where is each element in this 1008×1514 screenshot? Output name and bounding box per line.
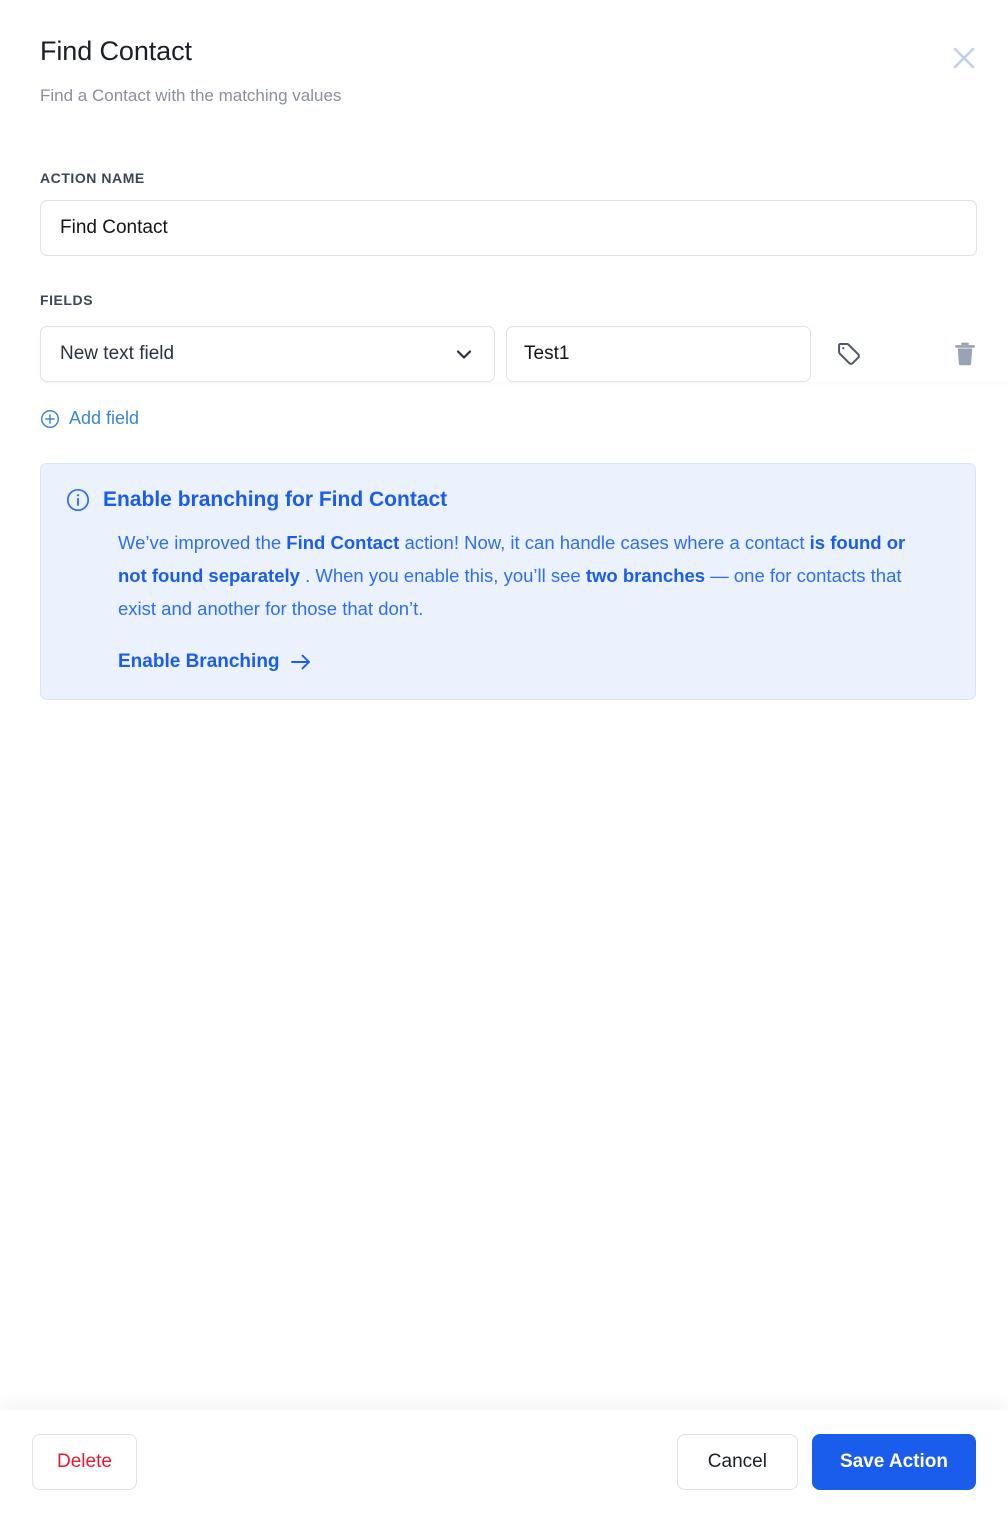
footer-actions: Cancel Save Action — [676, 1434, 976, 1490]
banner-body-part2: action! Now, it can handle cases where a… — [399, 531, 810, 553]
action-name-input[interactable] — [40, 200, 977, 256]
banner-title: Enable branching for Find Contact — [103, 487, 448, 511]
field-name-select-value: New text field — [60, 343, 175, 364]
find-contact-dialog: Find Contact Find a Contact with the mat… — [0, 0, 1008, 1514]
chevron-down-icon — [456, 350, 472, 359]
dialog-footer: Delete Cancel Save Action — [0, 1410, 1008, 1514]
info-circle-icon — [66, 488, 90, 511]
save-action-button[interactable]: Save Action — [811, 1434, 976, 1490]
delete-button[interactable]: Delete — [32, 1434, 137, 1490]
enable-branching-label: Enable Branching — [118, 650, 280, 672]
dialog-body: ACTION NAME FIELDS New text field — [0, 108, 1008, 1410]
action-name-label: ACTION NAME — [40, 170, 145, 186]
cancel-button[interactable]: Cancel — [676, 1434, 798, 1490]
fields-label: FIELDS — [40, 292, 94, 308]
dialog-header: Find Contact Find a Contact with the mat… — [0, 0, 1008, 108]
close-icon-glyph — [953, 47, 975, 69]
tag-icon-glyph — [838, 343, 860, 365]
add-field-label: Add field — [69, 408, 140, 428]
trash-icon-glyph — [955, 342, 975, 366]
field-row: New text field — [40, 326, 1008, 382]
trash-icon[interactable] — [943, 332, 987, 376]
field-value-input[interactable] — [506, 326, 811, 382]
banner-body-strong1: Find Contact — [286, 531, 400, 553]
arrow-right-icon — [290, 654, 310, 669]
banner-header: Enable branching for Find Contact — [65, 486, 951, 514]
banner-body-strong3: two branches — [585, 564, 706, 586]
page-title: Find Contact — [40, 36, 192, 66]
tag-icon[interactable] — [827, 332, 871, 376]
enable-branching-banner: Enable branching for Find Contact We’ve … — [40, 462, 976, 700]
banner-body-part3: . When you enable this, you’ll see — [299, 564, 586, 586]
enable-branching-button[interactable]: Enable Branching — [118, 651, 312, 673]
close-icon[interactable] — [944, 38, 984, 78]
dialog-subtitle: Find a Contact with the matching values — [40, 86, 342, 105]
banner-body-part1: We’ve improved the — [118, 531, 287, 553]
add-field-button[interactable]: Add field — [40, 408, 139, 429]
field-name-select[interactable]: New text field — [40, 326, 495, 382]
banner-body: We’ve improved the Find Contact action! … — [118, 526, 938, 625]
plus-circle-icon — [40, 409, 60, 428]
